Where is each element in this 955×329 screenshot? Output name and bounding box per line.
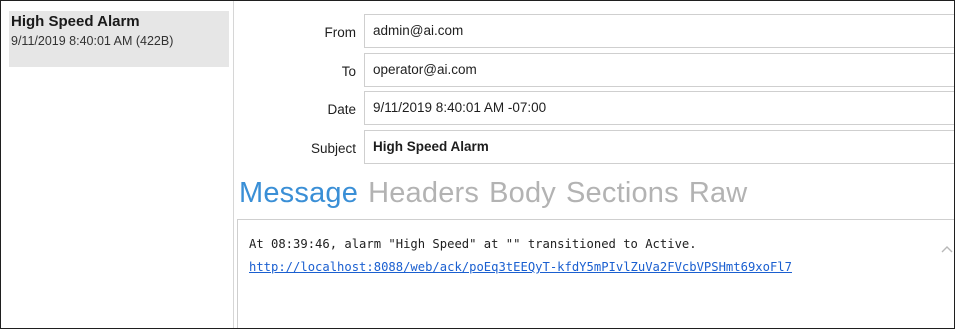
to-field[interactable]: operator@ai.com	[364, 53, 954, 87]
subject-label: Subject	[310, 141, 356, 156]
tab-sections[interactable]: Sections	[566, 177, 679, 217]
tab-message[interactable]: Message	[239, 177, 358, 217]
from-field[interactable]: admin@ai.com	[364, 14, 954, 48]
date-label: Date	[327, 102, 356, 117]
to-label: To	[341, 64, 356, 79]
tab-body[interactable]: Body	[489, 177, 556, 217]
mail-viewer-window: High Speed Alarm 9/11/2019 8:40:01 AM (4…	[0, 0, 955, 329]
list-item-meta: 9/11/2019 8:40:01 AM (422B)	[11, 34, 174, 48]
list-item[interactable]: High Speed Alarm 9/11/2019 8:40:01 AM (4…	[9, 11, 229, 67]
message-body-area[interactable]: At 08:39:46, alarm "High Speed" at "" tr…	[237, 219, 954, 328]
message-list: High Speed Alarm 9/11/2019 8:40:01 AM (4…	[1, 1, 234, 328]
message-text: At 08:39:46, alarm "High Speed" at "" tr…	[249, 237, 697, 251]
from-label: From	[324, 25, 357, 40]
tab-raw[interactable]: Raw	[689, 177, 748, 217]
tab-headers[interactable]: Headers	[368, 177, 479, 217]
date-field[interactable]: 9/11/2019 8:40:01 AM -07:00	[364, 91, 954, 125]
subject-field[interactable]: High Speed Alarm	[364, 130, 954, 164]
chevron-up-icon[interactable]	[939, 240, 954, 256]
ack-link[interactable]: http://localhost:8088/web/ack/poEq3tEEQy…	[249, 260, 792, 274]
view-tabs: Message Headers Body Sections Raw	[239, 177, 747, 217]
list-item-subject: High Speed Alarm	[11, 13, 140, 30]
